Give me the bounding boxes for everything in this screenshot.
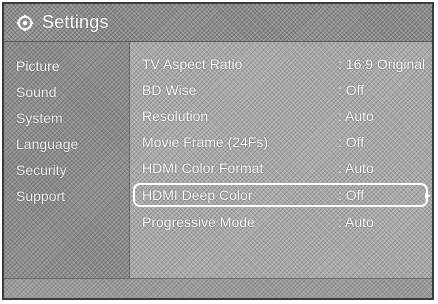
- setting-row-tv-aspect-ratio[interactable]: TV Aspect Ratio : 16:9 Original: [130, 52, 432, 78]
- sidebar-item-system[interactable]: System: [16, 110, 63, 126]
- sidebar-item-security[interactable]: Security: [16, 162, 67, 178]
- setting-value: : Off: [338, 134, 365, 150]
- page-title: Settings: [42, 12, 109, 32]
- setting-label: HDMI Color Format: [142, 160, 264, 176]
- setting-label: TV Aspect Ratio: [142, 56, 243, 72]
- setting-label: BD Wise: [142, 82, 197, 98]
- sidebar-item-language[interactable]: Language: [16, 136, 78, 152]
- setting-value: : Auto: [338, 214, 374, 230]
- setting-value: : Off: [338, 187, 365, 203]
- sidebar: Picture Sound System Language Security S…: [4, 42, 130, 278]
- sidebar-item-support[interactable]: Support: [16, 188, 65, 204]
- setting-value: : Off: [338, 82, 365, 98]
- gear-icon: [16, 14, 34, 32]
- chevron-right-icon: ▸: [425, 188, 432, 202]
- footer-bar: [4, 278, 432, 298]
- settings-screen: Settings Picture Sound System Language S…: [2, 2, 434, 300]
- setting-label: HDMI Deep Color: [142, 187, 253, 203]
- setting-value: : Auto: [338, 108, 374, 124]
- setting-label: Movie Frame (24Fs): [142, 134, 269, 150]
- setting-row-progressive-mode[interactable]: Progressive Mode : Auto: [130, 210, 432, 236]
- setting-value: : 16:9 Original: [338, 56, 426, 72]
- setting-value: : Auto: [338, 160, 374, 176]
- setting-label: Progressive Mode: [142, 214, 255, 230]
- setting-label: Resolution: [142, 108, 209, 124]
- settings-list: TV Aspect Ratio : 16:9 Original BD Wise …: [130, 42, 432, 278]
- setting-row-hdmi-color-format[interactable]: HDMI Color Format : Auto: [130, 156, 432, 182]
- setting-row-movie-frame[interactable]: Movie Frame (24Fs) : Off: [130, 130, 432, 156]
- sidebar-item-picture[interactable]: Picture: [16, 58, 60, 74]
- setting-row-hdmi-deep-color[interactable]: HDMI Deep Color : Off ▸: [130, 183, 432, 209]
- setting-row-bd-wise[interactable]: BD Wise : Off: [130, 78, 432, 104]
- sidebar-item-sound[interactable]: Sound: [16, 84, 56, 100]
- setting-row-resolution[interactable]: Resolution : Auto: [130, 104, 432, 130]
- title-bar: Settings: [4, 4, 432, 42]
